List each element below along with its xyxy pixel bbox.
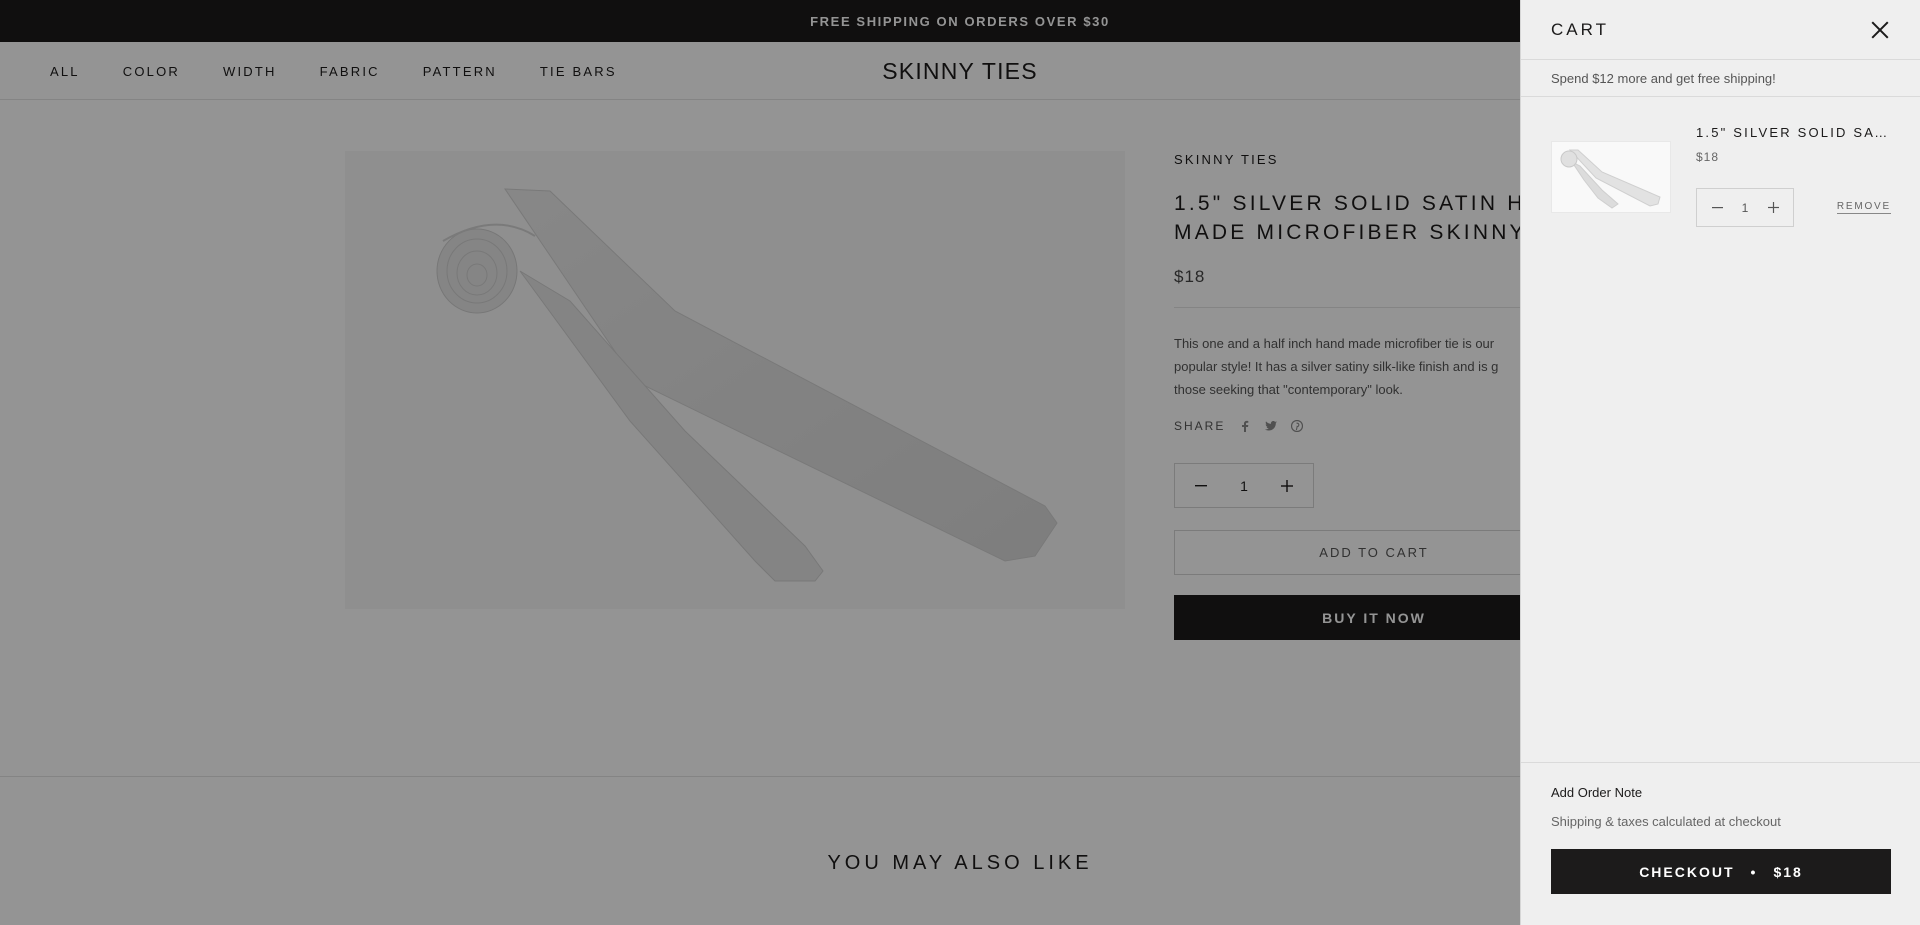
cart-footer: Add Order Note Shipping & taxes calculat…	[1521, 762, 1920, 925]
cart-item-quantity-stepper: 1	[1696, 188, 1794, 227]
checkout-total: $18	[1773, 863, 1803, 880]
checkout-label: CHECKOUT	[1639, 863, 1735, 880]
checkout-button[interactable]: CHECKOUT • $18	[1551, 849, 1891, 894]
cart-drawer: CART Spend $12 more and get free shippin…	[1520, 0, 1920, 925]
plus-icon	[1767, 202, 1779, 213]
cart-increase-quantity-button[interactable]	[1765, 200, 1781, 216]
cart-item-quantity[interactable]: 1	[1742, 201, 1749, 215]
cart-item-title[interactable]: 1.5" SILVER SOLID SATIN HAND MADE MICROF…	[1696, 125, 1891, 140]
add-order-note-link[interactable]: Add Order Note	[1551, 785, 1642, 800]
page-overlay[interactable]	[0, 0, 1520, 925]
shipping-taxes-note: Shipping & taxes calculated at checkout	[1551, 814, 1781, 829]
close-icon[interactable]	[1870, 20, 1890, 40]
cart-header: CART	[1521, 0, 1920, 60]
cart-item-price: $18	[1696, 150, 1720, 164]
separator-dot: •	[1750, 863, 1758, 880]
free-shipping-message: Spend $12 more and get free shipping!	[1521, 60, 1920, 97]
minus-icon	[1711, 206, 1723, 208]
cart-line-item: 1.5" SILVER SOLID SATIN HAND MADE MICROF…	[1551, 125, 1891, 235]
remove-item-link[interactable]: REMOVE	[1836, 201, 1891, 214]
cart-title: CART	[1551, 19, 1609, 39]
cart-decrease-quantity-button[interactable]	[1709, 200, 1725, 216]
cart-item-image[interactable]	[1551, 141, 1671, 213]
tie-thumbnail	[1560, 149, 1661, 209]
cart-item-info: 1.5" SILVER SOLID SATIN HAND MADE MICROF…	[1696, 125, 1891, 227]
